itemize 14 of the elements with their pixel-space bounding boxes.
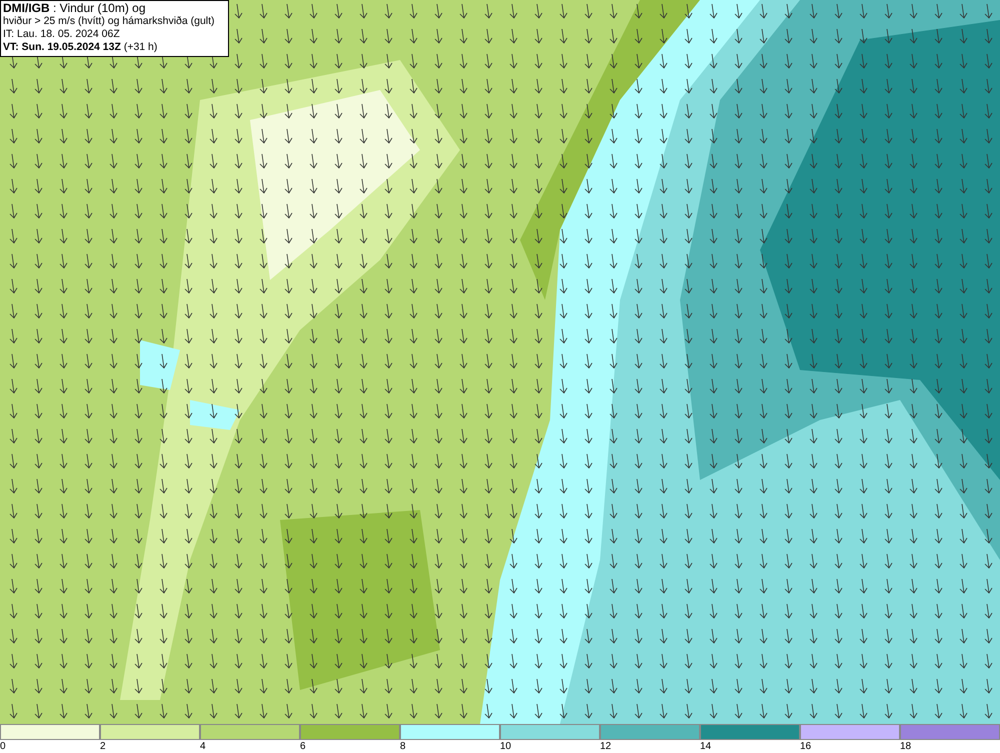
scale-label: 8 — [400, 740, 406, 753]
scale-label: 0 — [0, 740, 6, 753]
scale-label: 12 — [600, 740, 612, 753]
scale-label: 10 — [500, 740, 512, 753]
scale-label: 14 — [700, 740, 712, 753]
scale-label: 2 — [100, 740, 106, 753]
map-title: DMI/IGB : Vindur (10m) og — [3, 2, 146, 15]
scale-label: 6 — [300, 740, 306, 753]
scale-label: 18 — [900, 740, 912, 753]
map-subtitle: hviður > 25 m/s (hvítt) og hámarkshviða (gult) — [3, 15, 216, 28]
map-subtitle: VT: Sun. 19.05.2024 13Z (+31 h) — [3, 41, 158, 54]
map-subtitle: IT: Lau. 18. 05. 2024 06Z — [3, 28, 121, 41]
scale-label: 16 — [800, 740, 812, 753]
scale-label: 4 — [200, 740, 206, 753]
